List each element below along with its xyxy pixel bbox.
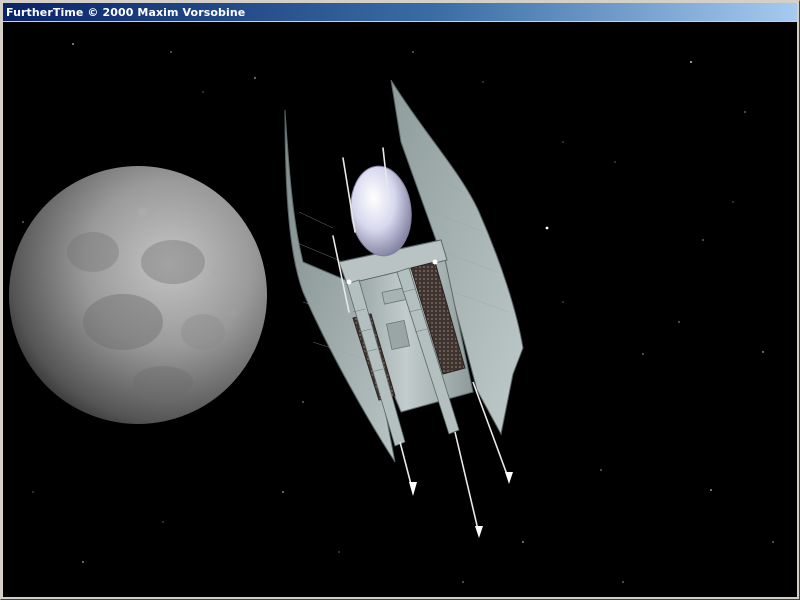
spaceship-icon — [284, 79, 524, 538]
window-title: FurtherTime © 2000 Maxim Vorsobine — [6, 5, 246, 19]
scene-canvas — [9, 43, 774, 583]
render-viewport[interactable] — [3, 22, 797, 597]
moon-icon — [9, 166, 267, 424]
title-bar[interactable]: FurtherTime © 2000 Maxim Vorsobine — [3, 3, 797, 21]
app-window: FurtherTime © 2000 Maxim Vorsobine — [0, 0, 800, 600]
